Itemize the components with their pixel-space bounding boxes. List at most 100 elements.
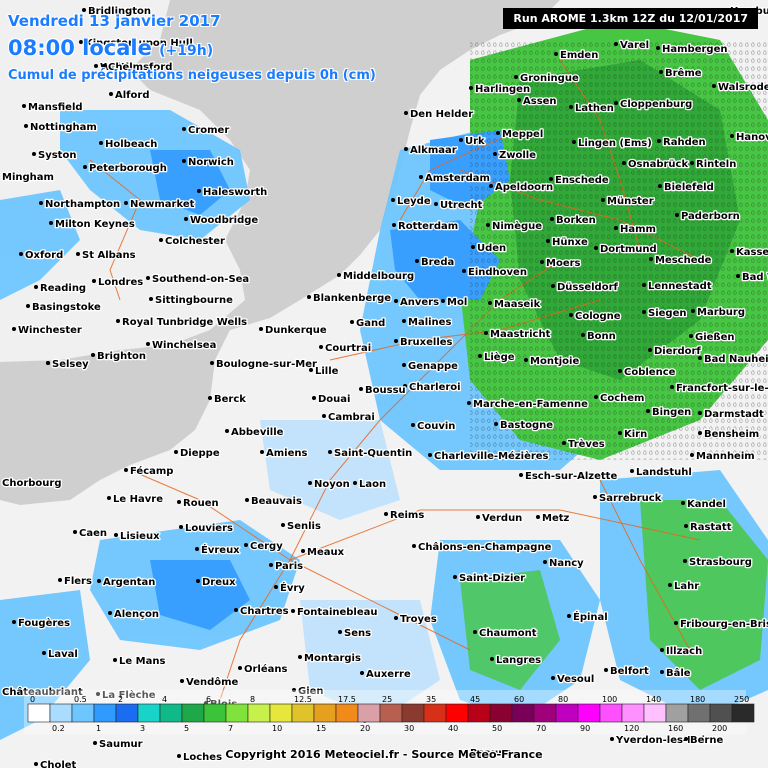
city-label: Strasbourg bbox=[689, 557, 752, 568]
city-label: Paderborn bbox=[681, 211, 740, 222]
city-label: St Albans bbox=[82, 250, 136, 261]
city-marker bbox=[524, 358, 528, 362]
city-marker bbox=[646, 409, 650, 413]
city-marker bbox=[411, 423, 415, 427]
city-marker bbox=[309, 368, 313, 372]
city-marker bbox=[462, 269, 466, 273]
legend-tick-label: 90 bbox=[580, 724, 590, 733]
city-marker bbox=[622, 161, 626, 165]
city-label: Borken bbox=[556, 215, 596, 226]
city-marker bbox=[581, 333, 585, 337]
city-label: Bad Wildungen bbox=[742, 272, 768, 283]
city-label: Darmstadt bbox=[704, 409, 764, 420]
legend-swatch bbox=[401, 703, 425, 723]
city-marker bbox=[149, 297, 153, 301]
city-marker bbox=[83, 165, 87, 169]
legend-tick-label: 15 bbox=[316, 724, 326, 733]
city-label: Apeldoorn bbox=[495, 182, 553, 193]
city-label: Flers bbox=[64, 576, 92, 587]
legend-tick-label: 100 bbox=[602, 695, 617, 704]
city-label: Caen bbox=[79, 528, 107, 539]
city-label: Épinal bbox=[573, 610, 608, 623]
city-marker bbox=[660, 670, 664, 674]
city-marker bbox=[656, 46, 660, 50]
legend-swatch bbox=[577, 703, 601, 723]
city-marker bbox=[259, 327, 263, 331]
city-marker bbox=[689, 334, 693, 338]
city-marker bbox=[159, 238, 163, 242]
city-marker bbox=[551, 284, 555, 288]
city-label: Orléans bbox=[244, 663, 288, 675]
legend-swatch bbox=[599, 703, 623, 723]
legend-swatch bbox=[137, 703, 161, 723]
legend-swatch bbox=[247, 703, 271, 723]
city-marker bbox=[76, 252, 80, 256]
city-label: Châlons-en-Champagne bbox=[418, 541, 552, 553]
city-marker bbox=[594, 395, 598, 399]
legend-tick-label: 50 bbox=[492, 724, 502, 733]
city-marker bbox=[308, 481, 312, 485]
city-label: Verdun bbox=[482, 513, 522, 524]
city-marker bbox=[712, 84, 716, 88]
city-label: Le Havre bbox=[113, 494, 163, 505]
city-label: Noyon bbox=[314, 479, 350, 490]
city-label: Argentan bbox=[103, 577, 155, 588]
legend-tick-label: 200 bbox=[712, 724, 727, 733]
legend-swatch bbox=[731, 703, 755, 723]
city-label: Dortmund bbox=[600, 244, 657, 255]
city-marker bbox=[244, 543, 248, 547]
city-marker bbox=[657, 139, 661, 143]
city-label: Basingstoke bbox=[32, 302, 101, 313]
city-label: Colchester bbox=[165, 236, 225, 247]
model-run-label: Run AROME 1.3km 12Z du 12/01/2017 bbox=[503, 8, 758, 29]
city-marker bbox=[614, 42, 618, 46]
city-marker bbox=[496, 131, 500, 135]
city-label: Münster bbox=[607, 196, 654, 207]
city-label: Meaux bbox=[307, 547, 345, 558]
city-marker bbox=[642, 310, 646, 314]
copyright-notice: Copyright 2016 Meteociel.fr - Source Met… bbox=[225, 748, 543, 761]
city-marker bbox=[338, 630, 342, 634]
city-marker bbox=[146, 342, 150, 346]
legend-swatch bbox=[313, 703, 337, 723]
city-marker bbox=[32, 152, 36, 156]
city-label: Anvers bbox=[400, 297, 439, 308]
city-label: Eindhoven bbox=[468, 267, 527, 278]
city-label: Emden bbox=[560, 50, 598, 61]
city-label: Kirn bbox=[624, 429, 647, 440]
city-marker bbox=[124, 468, 128, 472]
city-marker bbox=[42, 651, 46, 655]
city-marker bbox=[22, 104, 26, 108]
legend-swatch bbox=[643, 703, 667, 723]
city-marker bbox=[690, 453, 694, 457]
city-marker bbox=[146, 276, 150, 280]
city-marker bbox=[668, 583, 672, 587]
city-marker bbox=[476, 515, 480, 519]
city-label: Kandel bbox=[687, 499, 726, 510]
city-marker bbox=[488, 301, 492, 305]
city-marker bbox=[307, 295, 311, 299]
city-label: Southend-on-Sea bbox=[152, 274, 249, 285]
city-label: Düsseldorf bbox=[557, 282, 618, 293]
city-label: Cologne bbox=[575, 311, 621, 322]
city-label: Bensheim bbox=[704, 429, 759, 440]
city-label: Alkmaar bbox=[410, 145, 457, 156]
city-marker bbox=[319, 345, 323, 349]
city-marker bbox=[337, 273, 341, 277]
city-marker bbox=[402, 319, 406, 323]
legend-swatch bbox=[423, 703, 447, 723]
city-label: Hanover bbox=[736, 132, 768, 143]
city-marker bbox=[540, 260, 544, 264]
city-marker bbox=[328, 450, 332, 454]
legend-swatch bbox=[555, 703, 579, 723]
city-marker bbox=[360, 671, 364, 675]
city-marker bbox=[453, 575, 457, 579]
city-marker bbox=[301, 549, 305, 553]
city-label: Newmarket bbox=[130, 199, 195, 210]
legend-tick-label: 7 bbox=[228, 724, 233, 733]
city-marker bbox=[394, 616, 398, 620]
city-label: Urk bbox=[465, 136, 485, 147]
city-marker bbox=[197, 189, 201, 193]
city-marker bbox=[471, 245, 475, 249]
city-label: Chaumont bbox=[479, 628, 537, 639]
